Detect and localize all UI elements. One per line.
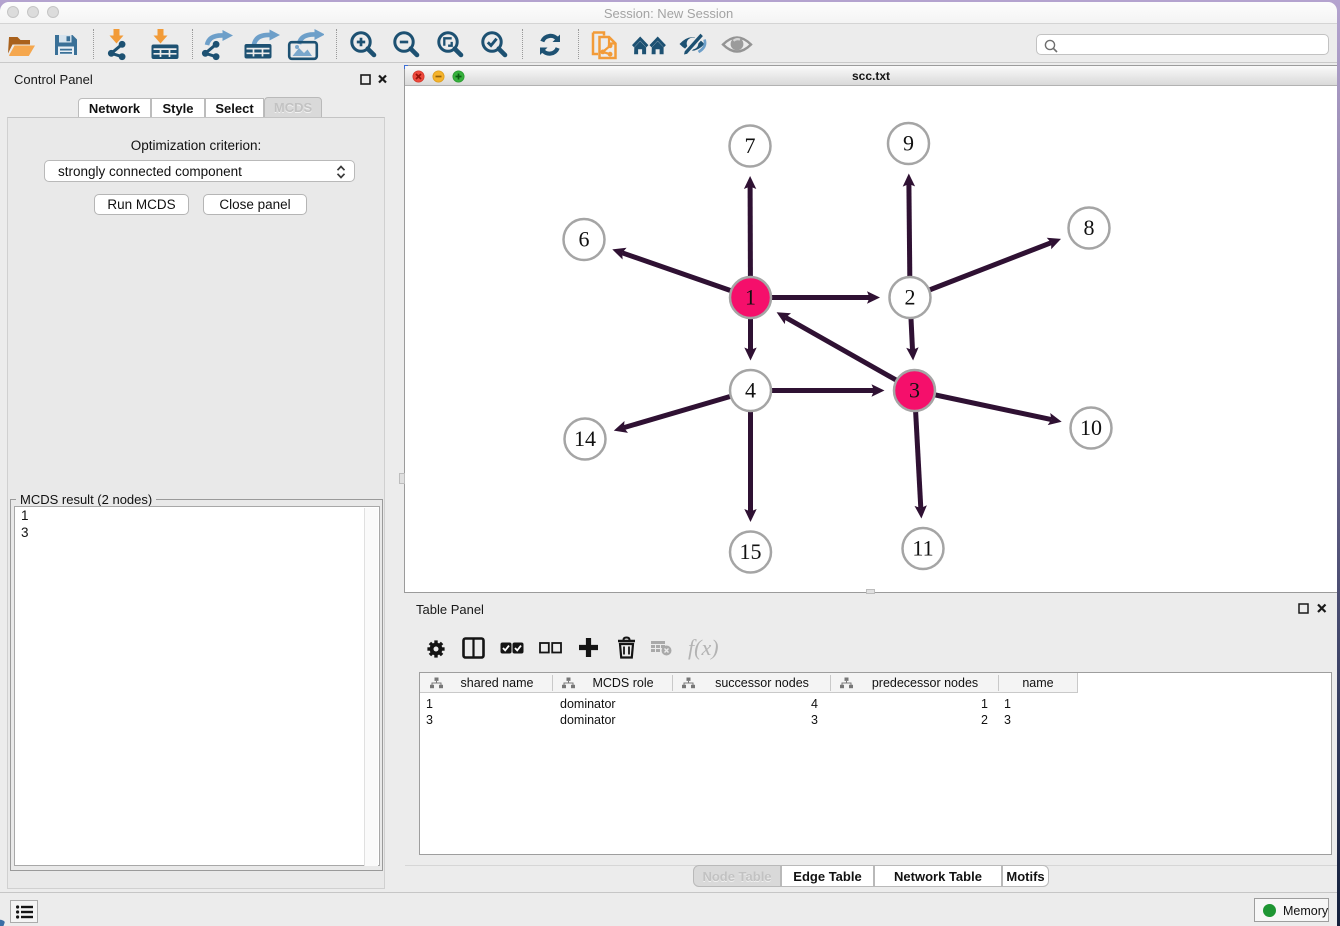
svg-text:3: 3 (909, 378, 920, 403)
svg-text:9: 9 (903, 131, 914, 156)
svg-text:8: 8 (1084, 215, 1095, 240)
svg-text:6: 6 (579, 227, 590, 252)
svg-text:7: 7 (745, 133, 756, 158)
svg-text:2: 2 (905, 285, 916, 310)
svg-text:1: 1 (745, 285, 756, 310)
svg-text:14: 14 (574, 426, 596, 451)
svg-text:11: 11 (912, 536, 933, 561)
svg-text:15: 15 (740, 539, 762, 564)
svg-text:10: 10 (1080, 415, 1102, 440)
svg-text:4: 4 (745, 378, 756, 403)
